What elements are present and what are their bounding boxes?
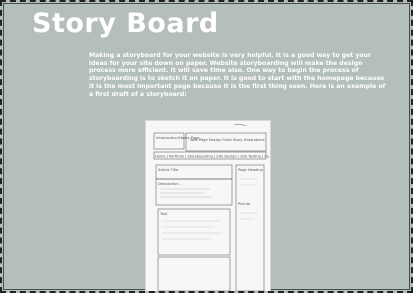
storyboard-sketch-image: Introduction/Home Page Web Page Design F… xyxy=(145,120,271,291)
storyboard-drawing: Introduction/Home Page Web Page Design F… xyxy=(153,123,269,291)
sketch-sidebar-item: Picture xyxy=(238,202,251,206)
sketch-caption: Description... xyxy=(158,182,182,186)
page-frame: Story Board Making a storyboard for your… xyxy=(0,0,413,293)
sketch-text-label: Text xyxy=(159,212,168,216)
sketch-article-title: Article Title xyxy=(158,168,179,172)
intro-paragraph: Making a storyboard for your website is … xyxy=(89,52,386,98)
page-title: Story Board xyxy=(32,8,219,39)
sketch-nav: Home | Portfolio | Storyboarding | Site … xyxy=(155,155,269,159)
sketch-sidebar-title: Page Heading xyxy=(238,168,263,172)
sketch-header-right: Web Page Design Flash Story Illustration… xyxy=(190,138,265,142)
